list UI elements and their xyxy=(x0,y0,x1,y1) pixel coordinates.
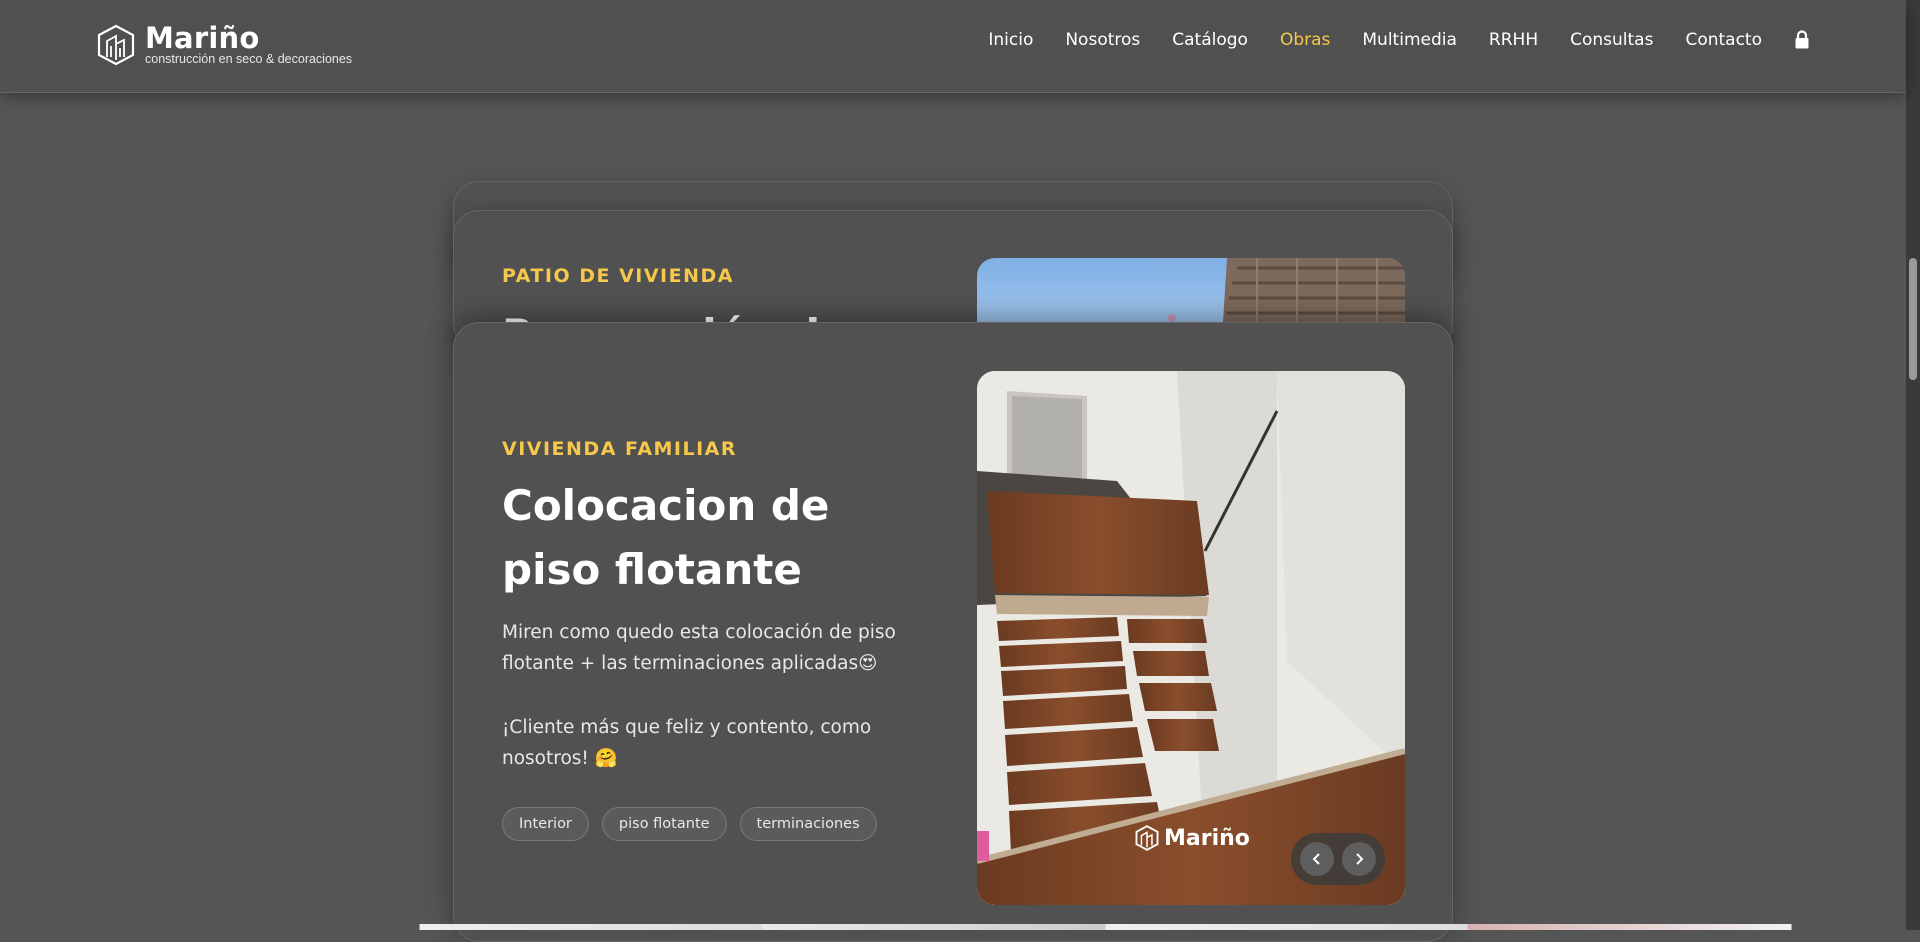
brand-logo[interactable]: Mariño construcción en seco & decoracion… xyxy=(97,24,352,66)
nav-item-catalogo[interactable]: Catálogo xyxy=(1172,30,1248,50)
card-description-2: ¡Cliente más que feliz y contento, como … xyxy=(502,717,872,769)
nav-item-rrhh[interactable]: RRHH xyxy=(1489,30,1538,50)
building-logo-icon xyxy=(97,24,135,66)
brand-name: Mariño xyxy=(145,21,260,55)
main-nav: Inicio Nosotros Catálogo Obras Multimedi… xyxy=(956,30,1810,50)
card-category: VIVIENDA FAMILIAR xyxy=(502,438,738,460)
photo-watermark: Mariño xyxy=(1135,825,1250,851)
chevron-right-icon xyxy=(1356,853,1364,865)
watermark-brand: Mariño xyxy=(1164,825,1250,851)
chevron-left-icon xyxy=(1312,853,1320,865)
nav-item-contacto[interactable]: Contacto xyxy=(1685,30,1762,50)
tag-terminaciones[interactable]: terminaciones xyxy=(739,807,877,841)
nav-item-multimedia[interactable]: Multimedia xyxy=(1362,30,1457,50)
work-card-piso-flotante[interactable]: VIVIENDA FAMILIAR Colocacion de piso flo… xyxy=(453,322,1453,942)
brand-tagline: construcción en seco & decoraciones xyxy=(145,52,353,66)
card-tags: Interior piso flotante terminaciones xyxy=(502,807,890,841)
tag-interior[interactable]: Interior xyxy=(502,807,589,841)
carousel-prev-button[interactable] xyxy=(1299,842,1334,876)
card-category: PATIO DE VIVIENDA xyxy=(502,265,734,287)
nav-item-consultas[interactable]: Consultas xyxy=(1570,30,1653,50)
nav-item-nosotros[interactable]: Nosotros xyxy=(1065,30,1140,50)
site-header: Mariño construcción en seco & decoracion… xyxy=(0,0,1906,93)
tag-piso-flotante[interactable]: piso flotante xyxy=(601,807,727,841)
lock-icon[interactable] xyxy=(1794,30,1810,50)
nav-item-obras[interactable]: Obras xyxy=(1280,30,1330,50)
page-scrollbar[interactable] xyxy=(1906,0,1920,930)
card-description-1: Miren como quedo esta colocación de piso… xyxy=(502,622,896,674)
carousel-next-button[interactable] xyxy=(1342,842,1377,876)
card-title: Colocacion de piso flotante xyxy=(502,481,830,594)
nav-item-inicio[interactable]: Inicio xyxy=(988,30,1033,50)
next-section-peek xyxy=(0,924,1906,930)
card-photo-carousel[interactable]: Mariño xyxy=(977,371,1405,905)
scrollbar-thumb[interactable] xyxy=(1909,258,1917,380)
building-logo-icon xyxy=(1135,825,1159,851)
carousel-controls xyxy=(1291,833,1385,885)
